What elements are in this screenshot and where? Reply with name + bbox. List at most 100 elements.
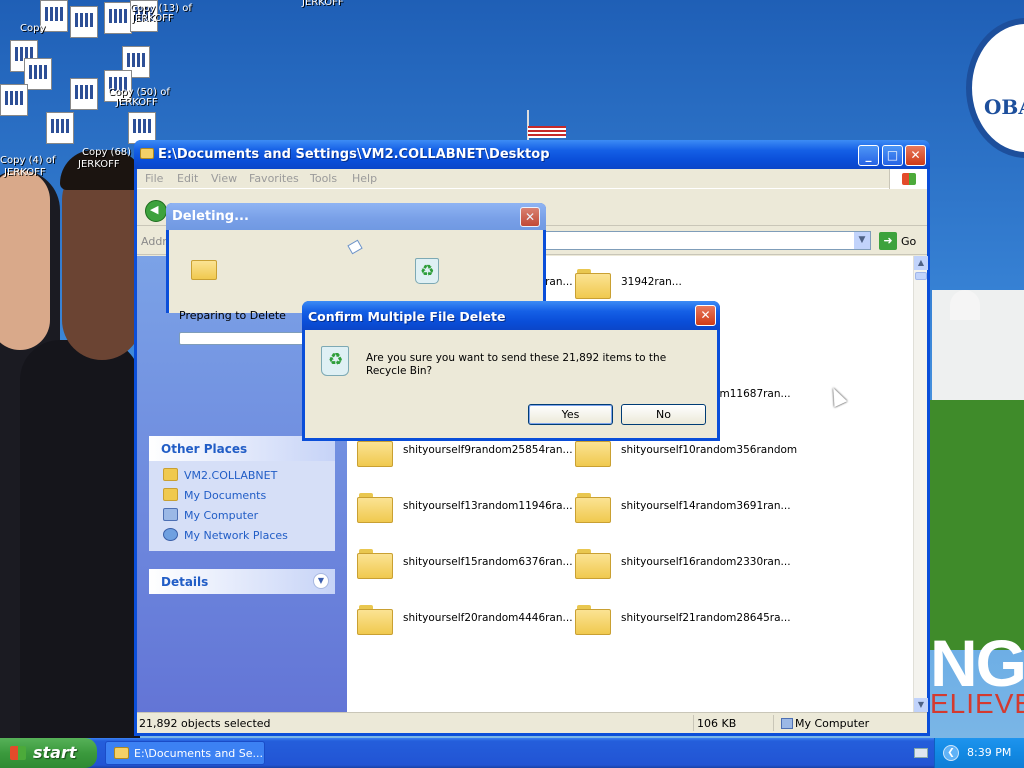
taskbar: start E:\Documents and Se... ❮ 8:39 PM: [0, 738, 1024, 768]
keyboard-icon[interactable]: [914, 748, 928, 758]
campaign-badge-text: OBA: [984, 95, 1024, 119]
person-right: [20, 340, 140, 738]
file-name: shityourself20random4446ran...: [403, 612, 573, 624]
desktop-file-icon[interactable]: [46, 112, 74, 144]
desktop-icon-label: Copy (4) of: [0, 155, 56, 166]
network-places-icon: [163, 528, 178, 541]
file-name: shityourself10random356random: [621, 444, 798, 456]
start-button[interactable]: start: [0, 738, 97, 768]
place-link-my-computer[interactable]: My Computer: [149, 505, 335, 525]
person-left-face: [0, 170, 50, 350]
maximize-button[interactable]: □: [882, 145, 903, 166]
file-folder-item[interactable]: 31942ran...: [575, 266, 785, 306]
vertical-scrollbar[interactable]: ▲ ▼: [913, 256, 928, 712]
place-link-label: My Computer: [184, 509, 259, 522]
chevron-down-icon[interactable]: ▼: [854, 232, 870, 249]
no-button[interactable]: No: [621, 404, 706, 425]
desktop-file-icon[interactable]: [70, 78, 98, 110]
place-link-label: My Documents: [184, 489, 267, 502]
file-folder-item[interactable]: shityourself15random6376ran...: [357, 546, 573, 586]
system-tray: ❮ 8:39 PM: [934, 738, 1024, 768]
deleting-dialog: Deleting... ✕: [166, 203, 546, 313]
flying-paper-icon: [347, 239, 363, 255]
folder-icon: [191, 260, 217, 280]
desktop-file-icon[interactable]: [104, 2, 132, 34]
menu-file[interactable]: File: [145, 172, 163, 185]
back-arrow-icon[interactable]: [145, 200, 167, 222]
close-button[interactable]: ✕: [520, 207, 540, 227]
person-right-face: [62, 160, 142, 360]
taskbar-window-label: E:\Documents and Se...: [134, 747, 264, 760]
go-button[interactable]: Go: [901, 235, 916, 248]
desktop-icon-label: Copy: [20, 23, 46, 34]
minimize-button[interactable]: _: [858, 145, 879, 166]
close-button[interactable]: ✕: [905, 145, 926, 166]
folder-icon: [575, 493, 611, 523]
windows-logo-icon: [10, 746, 26, 760]
place-link-network[interactable]: My Network Places: [149, 525, 335, 545]
other-places-panel: Other Places VM2.COLLABNET My Documents …: [149, 436, 335, 551]
scroll-thumb[interactable]: [915, 272, 927, 280]
confirm-title: Confirm Multiple File Delete: [308, 309, 506, 324]
campaign-badge: [966, 18, 1024, 158]
menu-tools[interactable]: Tools: [310, 172, 337, 185]
folder-icon: [575, 549, 611, 579]
status-divider: [773, 715, 774, 731]
my-computer-icon: [781, 718, 793, 729]
desktop-file-icon[interactable]: [70, 6, 98, 38]
place-link-my-documents[interactable]: My Documents: [149, 485, 335, 505]
confirm-message: Are you sure you want to send these 21,8…: [366, 352, 667, 377]
deleting-title: Deleting...: [172, 209, 249, 224]
window-title: E:\Documents and Settings\VM2.COLLABNET\…: [158, 147, 550, 162]
details-heading-label: Details: [161, 575, 209, 589]
status-selection-count: 21,892 objects selected: [139, 717, 271, 730]
folder-icon: [140, 148, 154, 159]
chevron-down-icon[interactable]: ▼: [313, 573, 329, 589]
folder-icon: [114, 747, 129, 759]
status-divider: [693, 715, 694, 731]
desktop-file-icon[interactable]: [0, 84, 28, 116]
menu-bar: File Edit View Favorites Tools Help: [137, 169, 927, 189]
menu-edit[interactable]: Edit: [177, 172, 198, 185]
folder-icon: [575, 437, 611, 467]
file-folder-item[interactable]: shityourself14random3691ran...: [575, 490, 791, 530]
explorer-titlebar[interactable]: E:\Documents and Settings\VM2.COLLABNET\…: [134, 140, 930, 169]
menu-view[interactable]: View: [211, 172, 237, 185]
status-location: My Computer: [795, 717, 870, 730]
wallpaper-slogan-sub: ELIEVE: [930, 688, 1024, 719]
lawn: [930, 400, 1024, 650]
file-folder-item[interactable]: shityourself21random28645ra...: [575, 602, 791, 642]
file-name: shityourself9random25854ran...: [403, 444, 573, 456]
folder-icon: [575, 269, 611, 299]
folder-icon: [357, 493, 393, 523]
deleting-status: Preparing to Delete: [179, 309, 286, 322]
my-documents-icon: [163, 488, 178, 501]
file-folder-item[interactable]: shityourself20random4446ran...: [357, 602, 573, 642]
confirm-titlebar[interactable]: Confirm Multiple File Delete ✕: [302, 301, 720, 330]
file-name: shityourself21random28645ra...: [621, 612, 791, 624]
scroll-up-arrow-icon[interactable]: ▲: [914, 256, 928, 270]
desktop-icon-label: JERKOFF: [302, 0, 344, 8]
place-link-label: VM2.COLLABNET: [184, 469, 278, 482]
details-heading[interactable]: Details ▼: [149, 569, 335, 594]
file-folder-item[interactable]: shityourself16random2330ran...: [575, 546, 791, 586]
taskbar-window-button[interactable]: E:\Documents and Se...: [105, 741, 265, 765]
my-computer-icon: [163, 508, 178, 521]
white-house-dome: [950, 290, 980, 320]
menu-favorites[interactable]: Favorites: [249, 172, 299, 185]
go-arrow-icon[interactable]: ➜: [879, 232, 897, 250]
scroll-down-arrow-icon[interactable]: ▼: [914, 698, 928, 712]
clock[interactable]: 8:39 PM: [967, 746, 1011, 759]
status-size: 106 KB: [697, 717, 737, 730]
show-hidden-icons-icon[interactable]: ❮: [943, 745, 959, 761]
menu-help[interactable]: Help: [352, 172, 377, 185]
desktop-file-icon[interactable]: [24, 58, 52, 90]
place-link-vm2[interactable]: VM2.COLLABNET: [149, 465, 335, 485]
status-bar: 21,892 objects selected 106 KB My Comput…: [137, 712, 927, 733]
yes-button[interactable]: Yes: [528, 404, 613, 425]
deleting-titlebar[interactable]: Deleting... ✕: [166, 203, 546, 230]
folder-icon: [357, 605, 393, 635]
close-button[interactable]: ✕: [695, 305, 716, 326]
folder-icon: [163, 468, 178, 481]
file-folder-item[interactable]: shityourself13random11946ra...: [357, 490, 573, 530]
